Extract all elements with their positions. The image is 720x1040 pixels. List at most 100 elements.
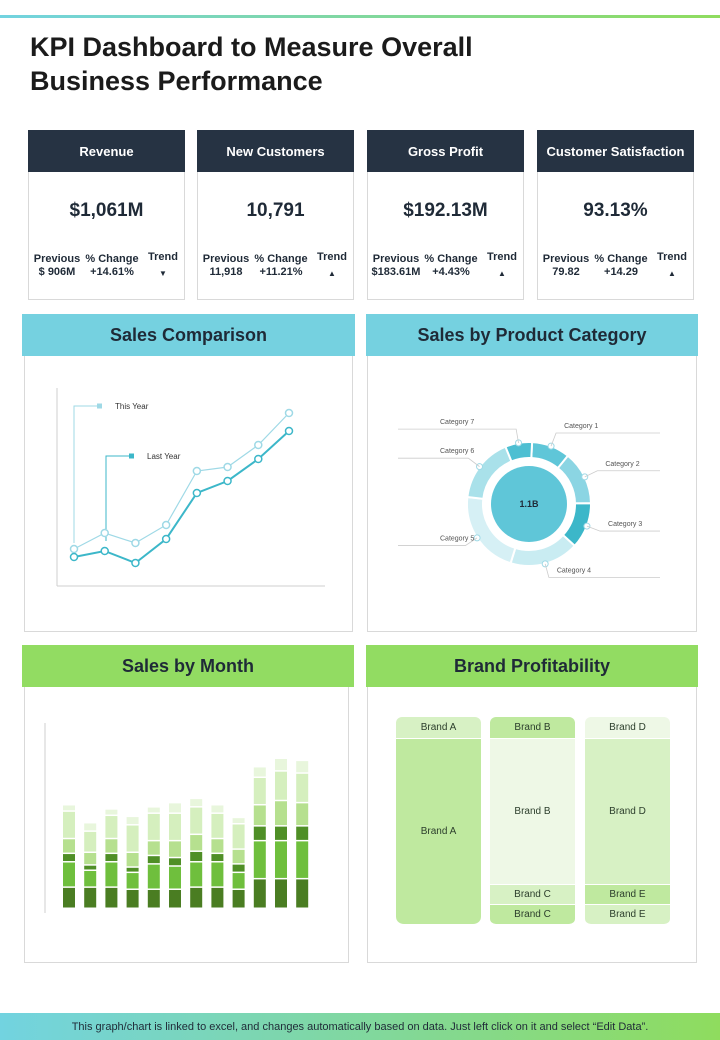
bar-segment[interactable] — [84, 865, 97, 870]
bar-segment[interactable] — [232, 849, 245, 864]
bar-segment[interactable] — [147, 813, 160, 840]
data-point[interactable] — [254, 440, 263, 450]
bar-segment[interactable] — [253, 767, 266, 777]
sales-by-month-chart[interactable] — [25, 687, 348, 962]
bar-segment[interactable] — [296, 879, 309, 908]
bar-segment[interactable] — [63, 839, 75, 853]
bar-segment[interactable] — [147, 864, 160, 889]
bar-segment[interactable] — [275, 759, 287, 771]
bar-segment[interactable] — [190, 851, 203, 862]
bar-segment[interactable] — [63, 811, 75, 838]
data-point[interactable] — [284, 408, 294, 418]
brand-column-header[interactable]: Brand B — [490, 717, 575, 739]
bar-segment[interactable] — [190, 835, 203, 851]
brand-column-header[interactable]: Brand A — [396, 717, 481, 739]
kpi-card-gross-profit[interactable]: Gross Profit $192.13M Previous $183.61M %… — [367, 130, 524, 300]
bar-segment[interactable] — [211, 805, 224, 813]
bar-segment[interactable] — [63, 887, 75, 908]
bar-segment[interactable] — [147, 841, 160, 855]
bar-segment[interactable] — [63, 862, 75, 887]
bar-segment[interactable] — [253, 841, 266, 878]
brand-cell[interactable]: Brand B — [490, 739, 575, 885]
brand-cell[interactable]: Brand E — [585, 905, 670, 925]
bar-segment[interactable] — [126, 853, 139, 867]
bar-segment[interactable] — [190, 799, 203, 807]
sales-by-category-chart[interactable]: 1.1B Category 1 Category 2 Category 3 Catego… — [368, 356, 696, 631]
data-point[interactable] — [223, 462, 232, 472]
data-point[interactable] — [131, 558, 140, 568]
bar-segment[interactable] — [169, 813, 181, 840]
bar-segment[interactable] — [211, 887, 224, 908]
bar-segment[interactable] — [126, 817, 139, 825]
bar-segment[interactable] — [105, 862, 118, 887]
bar-segment[interactable] — [126, 889, 139, 908]
bar-segment[interactable] — [232, 864, 245, 872]
data-point[interactable] — [100, 528, 109, 538]
bar-segment[interactable] — [253, 879, 266, 908]
kpi-card-new-customers[interactable]: New Customers 10,791 Previous 11,918 % Ch… — [197, 130, 354, 300]
brand-cell[interactable]: Brand C — [490, 905, 575, 925]
bar-segment[interactable] — [169, 803, 181, 813]
bar-segment[interactable] — [253, 826, 266, 840]
bar-segment[interactable] — [147, 889, 160, 908]
bar-segment[interactable] — [169, 866, 181, 889]
bar-segment[interactable] — [232, 818, 245, 823]
bar-segment[interactable] — [126, 867, 139, 872]
data-point[interactable] — [69, 544, 79, 554]
bar-segment[interactable] — [296, 773, 309, 802]
bar-segment[interactable] — [126, 873, 139, 889]
bar-segment[interactable] — [211, 813, 224, 838]
data-point[interactable] — [69, 552, 79, 562]
bar-segment[interactable] — [105, 887, 118, 908]
bar-segment[interactable] — [211, 854, 224, 862]
data-point[interactable] — [161, 520, 171, 530]
bar-segment[interactable] — [105, 816, 118, 838]
bar-segment[interactable] — [169, 858, 181, 866]
bar-segment[interactable] — [84, 853, 97, 865]
bar-segment[interactable] — [253, 778, 266, 804]
bar-segment[interactable] — [84, 831, 97, 852]
brand-cell[interactable]: Brand E — [585, 885, 670, 905]
bar-segment[interactable] — [275, 841, 287, 878]
data-point[interactable] — [254, 454, 263, 464]
bar-segment[interactable] — [275, 771, 287, 800]
data-point[interactable] — [131, 538, 140, 548]
bar-segment[interactable] — [190, 807, 203, 834]
bar-segment[interactable] — [147, 807, 160, 813]
data-point[interactable] — [192, 466, 202, 476]
bar-segment[interactable] — [211, 862, 224, 887]
bar-segment[interactable] — [296, 803, 309, 826]
bar-segment[interactable] — [275, 801, 287, 826]
bar-segment[interactable] — [105, 854, 118, 862]
data-point[interactable] — [100, 546, 109, 556]
data-point[interactable] — [284, 426, 294, 436]
bar-segment[interactable] — [84, 887, 97, 908]
brand-cell[interactable]: Brand D — [585, 739, 670, 885]
bar-segment[interactable] — [126, 825, 139, 852]
bar-segment[interactable] — [211, 839, 224, 853]
sales-comparison-chart[interactable]: This Year Last Year — [25, 356, 352, 631]
bar-segment[interactable] — [190, 887, 203, 908]
bar-segment[interactable] — [232, 873, 245, 889]
bar-segment[interactable] — [296, 841, 309, 878]
bar-segment[interactable] — [253, 805, 266, 826]
bar-segment[interactable] — [63, 805, 75, 811]
bar-segment[interactable] — [169, 841, 181, 857]
brand-column-header[interactable]: Brand D — [585, 717, 670, 739]
bar-segment[interactable] — [147, 856, 160, 864]
bar-segment[interactable] — [232, 824, 245, 849]
bar-segment[interactable] — [105, 839, 118, 853]
data-point[interactable] — [161, 534, 171, 544]
brand-cell[interactable]: Brand A — [396, 739, 481, 925]
bar-segment[interactable] — [296, 761, 309, 773]
data-point[interactable] — [223, 476, 232, 486]
kpi-card-customer-satisfaction[interactable]: Customer Satisfaction 93.13% Previous 79.… — [537, 130, 694, 300]
bar-segment[interactable] — [169, 889, 181, 908]
bar-segment[interactable] — [275, 879, 287, 908]
bar-segment[interactable] — [232, 889, 245, 908]
bar-segment[interactable] — [63, 854, 75, 862]
bar-segment[interactable] — [105, 809, 118, 815]
bar-segment[interactable] — [84, 823, 97, 831]
bar-segment[interactable] — [275, 826, 287, 840]
data-point[interactable] — [192, 488, 202, 498]
